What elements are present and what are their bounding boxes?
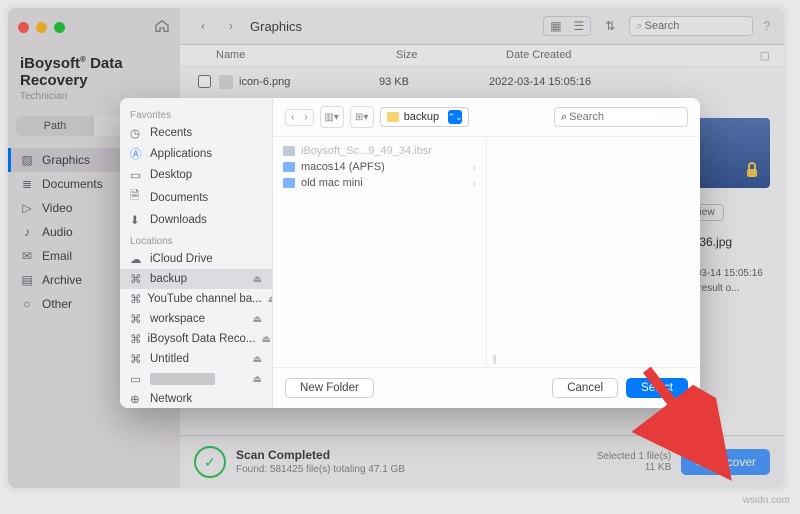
chevron-right-icon: ›	[473, 178, 476, 188]
eject-icon[interactable]: ⏏	[268, 294, 272, 305]
desktop-icon: ▭	[130, 168, 144, 182]
eject-icon[interactable]: ⏏	[253, 374, 262, 385]
documents-icon: 🗎	[130, 188, 144, 207]
column-resize-handle[interactable]: ∥	[490, 352, 498, 366]
folder-icon	[283, 178, 295, 188]
fav-downloads[interactable]: ⬇Downloads	[120, 210, 272, 230]
column-list[interactable]: iBoysoft_Sc...9_49_34.ibsr macos14 (APFS…	[273, 137, 486, 367]
select-button[interactable]: Select	[626, 378, 688, 398]
downloads-icon: ⬇	[130, 213, 144, 227]
fav-applications[interactable]: ⒶApplications	[120, 143, 272, 165]
eject-icon[interactable]: ⏏	[253, 314, 262, 325]
finder-columns: iBoysoft_Sc...9_49_34.ibsr macos14 (APFS…	[273, 137, 700, 368]
new-folder-button[interactable]: New Folder	[285, 378, 374, 398]
eject-icon[interactable]: ⏏	[253, 274, 262, 285]
loc-untitled[interactable]: ⌘Untitled⏏	[120, 349, 272, 369]
section-locations: Locations	[120, 230, 272, 249]
finder-main: ‹› ▥▾ ⊞▾ backup ⌃⌄ ⌕ iBoysoft_Sc...9_49_…	[273, 98, 700, 408]
network-icon: ⊕	[130, 392, 144, 406]
drive-icon: ⌘	[130, 272, 144, 286]
loc-network[interactable]: ⊕Network	[120, 389, 272, 408]
loc-backup[interactable]: ⌘backup⏏	[120, 269, 272, 289]
loc-iboysoft[interactable]: ⌘iBoysoft Data Reco...⏏	[120, 329, 272, 349]
drive-icon: ▭	[130, 372, 144, 386]
clock-icon: ◷	[130, 126, 144, 140]
finder-toolbar: ‹› ▥▾ ⊞▾ backup ⌃⌄ ⌕	[273, 98, 700, 137]
group-icon[interactable]: ⊞▾	[350, 106, 374, 128]
list-item[interactable]: macos14 (APFS)›	[273, 159, 486, 175]
fav-recents[interactable]: ◷Recents	[120, 123, 272, 143]
chevron-right-icon: ›	[473, 162, 476, 172]
cloud-icon: ☁	[130, 252, 144, 266]
app-window: iBoysoft® Data Recovery Technician Path …	[8, 8, 784, 488]
save-dialog: Favorites ◷Recents ⒶApplications ▭Deskto…	[120, 98, 700, 408]
folder-icon	[283, 162, 295, 172]
eject-icon[interactable]: ⏏	[253, 354, 262, 365]
history-buttons[interactable]: ‹›	[285, 109, 314, 126]
view-columns-icon[interactable]: ▥▾	[320, 106, 344, 128]
forward-icon[interactable]: ›	[299, 110, 312, 125]
loc-icloud[interactable]: ☁iCloud Drive	[120, 249, 272, 269]
list-item[interactable]: old mac mini›	[273, 175, 486, 191]
finder-search-input[interactable]	[567, 110, 661, 124]
fav-documents[interactable]: 🗎Documents	[120, 185, 272, 210]
drive-icon: ⌘	[130, 312, 144, 326]
fav-desktop[interactable]: ▭Desktop	[120, 165, 272, 185]
finder-button-bar: New Folder Cancel Select	[273, 368, 700, 408]
finder-search[interactable]: ⌕	[554, 107, 688, 127]
drive-icon: ⌘	[130, 292, 142, 306]
doc-icon	[283, 146, 295, 156]
section-favorites: Favorites	[120, 104, 272, 123]
loc-redacted[interactable]: ▭████████⏏	[120, 369, 272, 389]
finder-sidebar[interactable]: Favorites ◷Recents ⒶApplications ▭Deskto…	[120, 98, 273, 408]
loc-youtube[interactable]: ⌘YouTube channel ba...⏏	[120, 289, 272, 309]
watermark: wsidn.com	[743, 495, 790, 506]
location-dropdown[interactable]: backup ⌃⌄	[380, 107, 469, 127]
list-item[interactable]: iBoysoft_Sc...9_49_34.ibsr	[273, 143, 486, 159]
drive-icon: ⌘	[130, 332, 142, 346]
drive-icon: ⌘	[130, 352, 144, 366]
eject-icon[interactable]: ⏏	[262, 334, 271, 345]
cancel-button[interactable]: Cancel	[552, 378, 618, 398]
loc-workspace[interactable]: ⌘workspace⏏	[120, 309, 272, 329]
location-label: backup	[404, 111, 439, 123]
folder-icon	[387, 112, 399, 122]
chevron-updown-icon: ⌃⌄	[448, 110, 462, 124]
back-icon[interactable]: ‹	[286, 110, 299, 125]
apps-icon: Ⓐ	[130, 146, 144, 162]
